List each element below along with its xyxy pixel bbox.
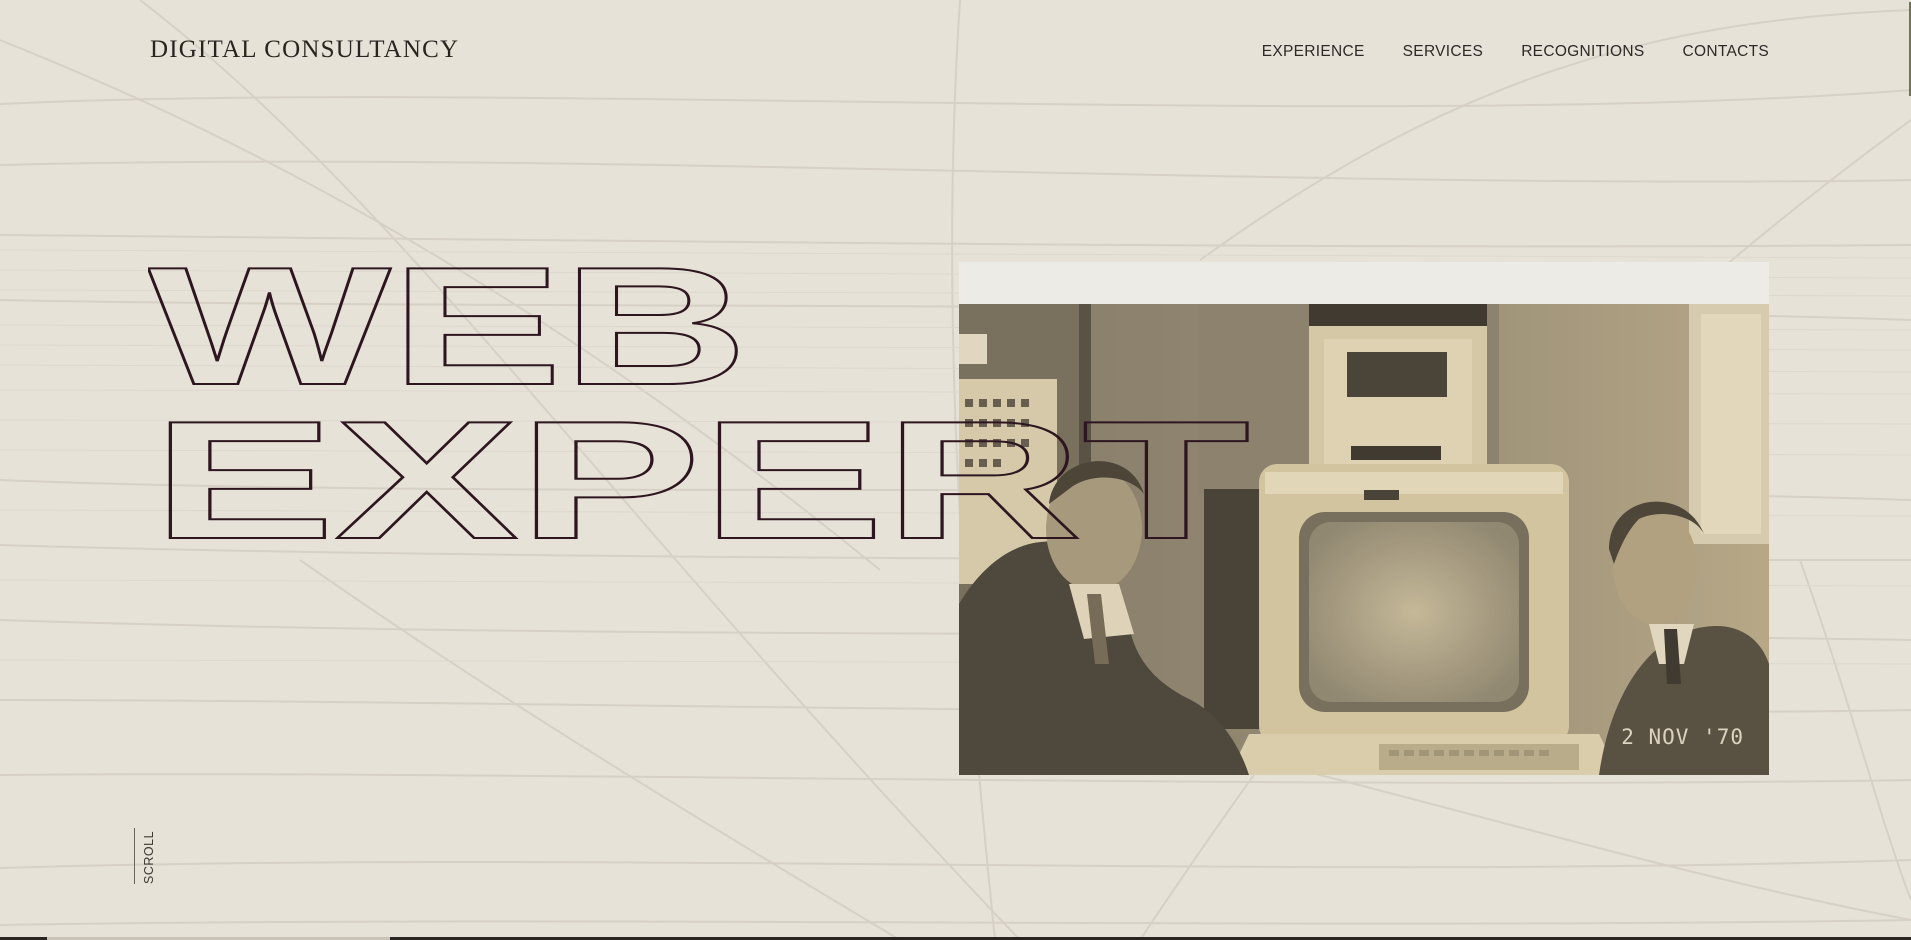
vintage-computer-photo xyxy=(959,304,1769,775)
main-nav: EXPERIENCE SERVICES RECOGNITIONS CONTACT… xyxy=(1262,43,1769,61)
nav-item-contacts[interactable]: CONTACTS xyxy=(1683,43,1770,61)
photo-date-stamp: 2 NOV '70 xyxy=(1621,725,1744,749)
hero-photo: 2 NOV '70 xyxy=(959,304,1769,775)
page: DIGITAL CONSULTANCY EXPERIENCE SERVICES … xyxy=(0,0,1911,940)
nav-item-experience[interactable]: EXPERIENCE xyxy=(1262,43,1365,61)
scroll-line-icon xyxy=(134,828,135,884)
scroll-indicator[interactable]: SCROLL xyxy=(134,828,164,886)
nav-item-recognitions[interactable]: RECOGNITIONS xyxy=(1521,43,1644,61)
site-header: DIGITAL CONSULTANCY EXPERIENCE SERVICES … xyxy=(0,0,1911,104)
scroll-label: SCROLL xyxy=(142,830,156,884)
brand-logo[interactable]: DIGITAL CONSULTANCY xyxy=(150,36,459,64)
nav-item-services[interactable]: SERVICES xyxy=(1403,43,1484,61)
hero-photo-frame: 2 NOV '70 xyxy=(959,262,1769,775)
